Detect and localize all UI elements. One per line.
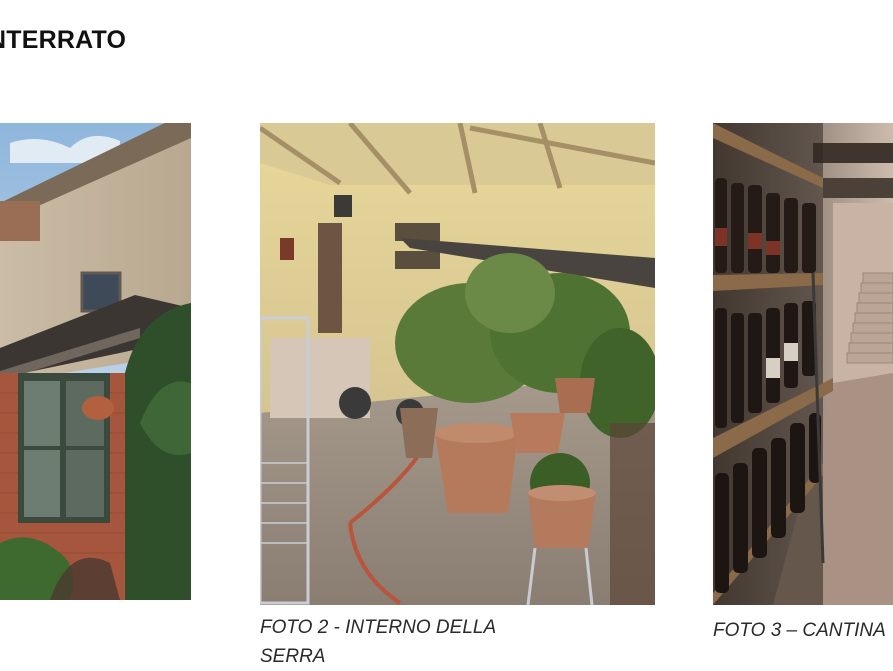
photo-2-caption: FOTO 2 - INTERNO DELLA SERRA — [260, 613, 496, 671]
brick-annex-exterior-photo — [0, 123, 191, 600]
photo-2-caption-line-1: FOTO 2 - INTERNO DELLA — [260, 617, 497, 638]
photo-2-caption-line-2: SERRA — [260, 646, 326, 667]
section-heading: NTERRATO — [0, 26, 127, 54]
photo-3-caption: FOTO 3 – CANTINA — [713, 620, 886, 641]
greenhouse-interior-photo — [260, 123, 655, 605]
wine-cellar-photo — [713, 123, 893, 605]
